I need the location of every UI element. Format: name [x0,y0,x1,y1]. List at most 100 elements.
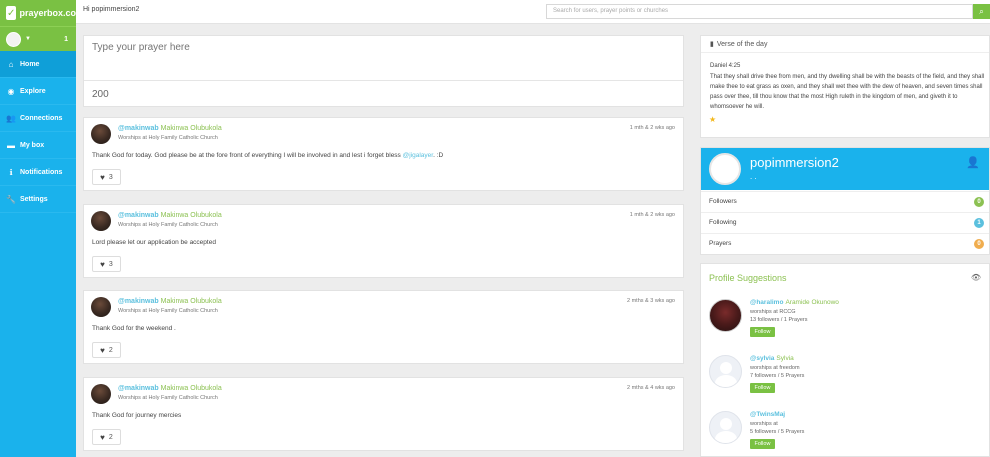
suggestion-handle[interactable]: @haralimo [750,299,783,306]
post-time: 1 mth & 2 wks ago [629,212,675,218]
sidebar-item-label: Connections [20,114,63,122]
profile-banner: popimmersion2 . . 👤 [701,148,989,190]
follow-button[interactable]: Follow [750,327,775,337]
author-church: Worships at Holy Family Catholic Church [118,135,218,141]
like-button[interactable]: ♥ 2 [92,429,121,445]
like-button[interactable]: ♥ 3 [92,169,121,185]
prayer-post: @makinwab Makinwa Olubukola Worships at H… [83,117,684,191]
post-author[interactable]: @makinwab Makinwa Olubukola [118,212,222,219]
avatar[interactable] [91,124,111,144]
heart-icon: ♥ [100,172,105,182]
author-fullname[interactable]: Makinwa Olubukola [161,212,222,219]
post-body: Thank God for journey mercies [92,412,182,419]
star-icon[interactable]: ★ [709,115,716,124]
eye-icon[interactable]: 👁 [971,273,981,282]
like-button[interactable]: ♥ 2 [92,342,121,358]
sidebar-item-my-box[interactable]: ▬ My box [0,132,76,159]
suggestion-handle[interactable]: @sylvia [750,355,774,362]
suggestion-name[interactable]: @haralimo Aramide Okunowo [750,299,839,306]
sidebar-item-home[interactable]: ⌂ Home [0,51,76,78]
verse-header: ▮ Verse of the day [710,40,767,48]
sidebar-item-label: Settings [20,195,48,203]
mention-link[interactable]: @jigalayer [403,152,433,159]
post-body: Lord please let our application be accep… [92,239,216,246]
author-fullname[interactable]: Makinwa Olubukola [161,298,222,305]
prayer-post: @makinwab Makinwa Olubukola Worships at H… [83,204,684,278]
greeting: Hi popimmersion2 [83,6,140,13]
search-input[interactable]: Search for users, prayer points or churc… [546,4,973,19]
author-church: Worships at Holy Family Catholic Church [118,222,218,228]
avatar[interactable] [709,153,741,185]
post-body: Thank God for today. God please be at th… [92,152,443,159]
verse-text: That they shall drive thee from men, and… [710,74,985,110]
sidebar-item-explore[interactable]: ◉ Explore [0,78,76,105]
avatar[interactable] [91,297,111,317]
suggestion-stats: 7 followers / 5 Prayers [750,373,805,379]
follow-button[interactable]: Follow [750,439,775,449]
suggestion-fullname[interactable]: Aramide Okunowo [785,299,838,306]
sidebar-item-connections[interactable]: 👥 Connections [0,105,76,132]
author-church: Worships at Holy Family Catholic Church [118,308,218,314]
follow-button[interactable]: Follow [750,383,775,393]
top-bar: Hi popimmersion2 Search for users, praye… [76,0,990,24]
prayer-post: @makinwab Makinwa Olubukola Worships at H… [83,290,684,364]
avatar[interactable] [709,355,742,388]
sidebar-item-label: My box [20,141,45,149]
suggestion-fullname[interactable]: Sylvia [776,355,793,362]
book-icon: ▮ [710,41,714,48]
post-time: 2 mths & 3 wks ago [627,298,675,304]
suggestion-handle[interactable]: @TwinsMaj [750,411,785,418]
author-handle[interactable]: @makinwab [118,385,159,392]
stat-count: 0 [974,239,984,249]
verse-reference: Daniel 4:25 [710,63,741,69]
sidebar-item-label: Notifications [20,168,63,176]
brand[interactable]: ✓ prayerbox.co [0,0,76,26]
info-icon: ℹ [9,167,13,177]
post-author[interactable]: @makinwab Makinwa Olubukola [118,125,222,132]
post-text: Thank God for today. God please be at th… [92,152,403,159]
user-menu[interactable]: ▼ 1 [0,26,76,51]
author-handle[interactable]: @makinwab [118,125,159,132]
author-handle[interactable]: @makinwab [118,212,159,219]
author-fullname[interactable]: Makinwa Olubukola [161,385,222,392]
stat-label: Followers [709,198,737,205]
divider [701,52,989,53]
suggestion-name[interactable]: @sylvia Sylvia [750,355,794,362]
stat-following[interactable]: Following 1 [701,212,989,232]
profile-subtitle: . . [750,172,757,181]
prayerbox-logo-icon: ✓ [6,6,17,20]
suggestions-title: Profile Suggestions [709,273,787,283]
author-handle[interactable]: @makinwab [118,298,159,305]
stat-label: Prayers [709,240,732,247]
stat-prayers[interactable]: Prayers 0 [701,233,989,253]
sidebar-item-settings[interactable]: 🔧 Settings [0,186,76,213]
suggestion-item: @haralimo Aramide Okunowo worships at RCC… [709,299,979,347]
heart-icon: ♥ [100,345,105,355]
brand-name: prayerbox.co [19,8,76,18]
suggestion-name[interactable]: @TwinsMaj [750,411,787,418]
search-button[interactable]: ⌕ [973,4,990,19]
compose-box: 200 [83,35,684,107]
author-fullname[interactable]: Makinwa Olubukola [161,125,222,132]
suggestion-item: @sylvia Sylvia worships at freedom 7 foll… [709,355,979,403]
profile-name[interactable]: popimmersion2 [750,155,839,170]
post-author[interactable]: @makinwab Makinwa Olubukola [118,385,222,392]
like-button[interactable]: ♥ 3 [92,256,121,272]
suggestion-worships: worships at [750,421,778,427]
sidebar-item-label: Home [20,60,40,68]
post-author[interactable]: @makinwab Makinwa Olubukola [118,298,222,305]
avatar[interactable] [91,384,111,404]
avatar[interactable] [91,211,111,231]
avatar[interactable] [709,411,742,444]
like-count: 2 [108,433,113,441]
avatar[interactable] [709,299,742,332]
user-icon: 👤 [966,157,980,169]
stat-followers[interactable]: Followers 0 [701,191,989,211]
prayer-input[interactable] [84,36,683,81]
heart-icon: ♥ [100,259,105,269]
verse-of-the-day-card: ▮ Verse of the day Daniel 4:25 That they … [700,35,990,138]
post-time: 1 mth & 2 wks ago [629,125,675,131]
avatar [6,31,21,47]
sidebar: ✓ prayerbox.co ▼ 1 ⌂ Home ◉ Explore 👥 Co… [0,0,76,457]
sidebar-item-notifications[interactable]: ℹ Notifications [0,159,76,186]
